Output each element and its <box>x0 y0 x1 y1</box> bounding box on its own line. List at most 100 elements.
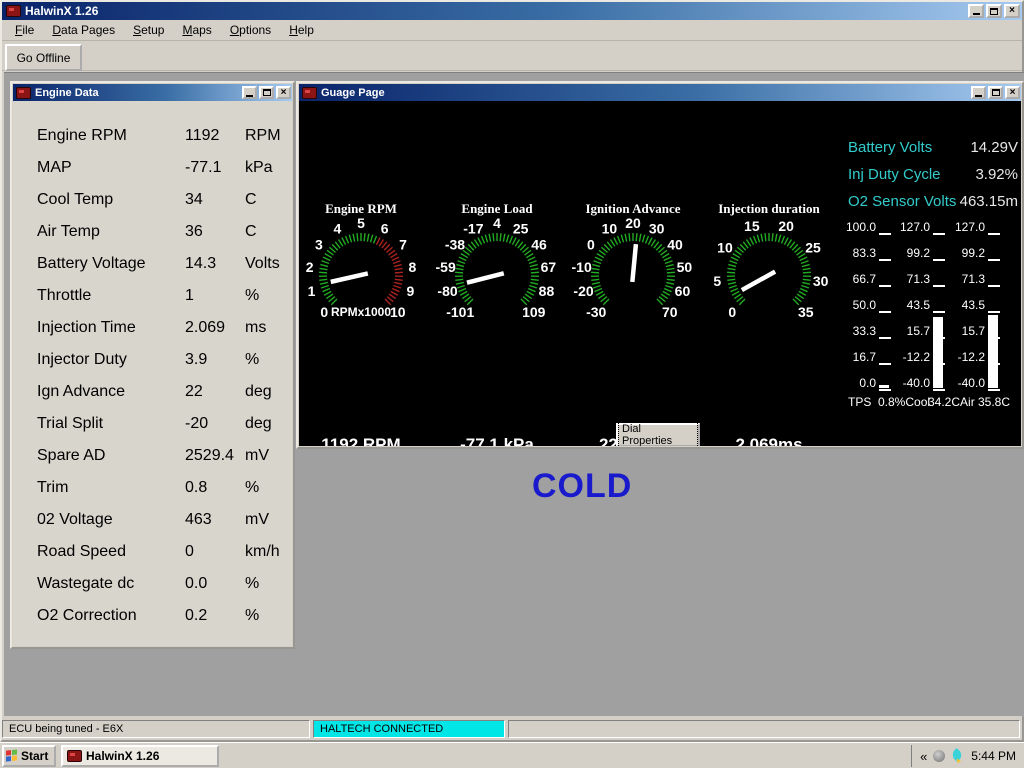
menu-item-file[interactable]: File <box>6 21 43 39</box>
param-unit: deg <box>245 383 272 401</box>
param-value: -20 <box>185 415 208 433</box>
bar-tick-label: -12.2 <box>941 350 985 364</box>
dial-scale-number: 3 <box>315 236 323 252</box>
dial-value: 1192 RPM <box>299 435 436 446</box>
mdi-workspace: Engine Data × Engine RPM1192RPMMAP-77.1k… <box>4 72 1024 717</box>
dial-properties-button[interactable]: Dial Properties <box>616 423 700 446</box>
close-icon: × <box>1009 6 1015 16</box>
dial-ignition-advance: Ignition Advance-30-20-10010203040506070… <box>558 201 708 338</box>
dial-face: 012345678910RPMx1000 <box>299 215 436 333</box>
engine-data-row: Engine RPM1192RPM <box>13 121 292 153</box>
param-value: 22 <box>185 383 203 401</box>
dial-scale-number: 109 <box>522 304 546 320</box>
param-value: 0.8 <box>185 479 207 497</box>
dial-scale-number: 30 <box>813 273 829 289</box>
dial-title: Engine RPM <box>299 201 436 215</box>
readout-row: Battery Volts14.29V <box>848 137 1018 159</box>
dial-scale-number: -80 <box>437 283 457 299</box>
menu-item-options[interactable]: Options <box>221 21 280 39</box>
bar-tick: 16.7 <box>832 347 894 373</box>
gauge-page-window: Guage Page × Battery Volts14.29V Inj Duty… <box>296 81 1024 449</box>
bar-tick-label: 43.5 <box>941 298 985 312</box>
param-unit: % <box>245 575 259 593</box>
menu-item-setup[interactable]: Setup <box>124 21 173 39</box>
bar-gauge-value: 34.2C <box>928 395 960 409</box>
bar-tick-label: 15.7 <box>886 324 930 338</box>
engine-data-window-icon <box>16 87 31 99</box>
gauge-page-titlebar[interactable]: Guage Page × <box>299 84 1021 101</box>
bar-gauge-name: Cool <box>905 395 930 409</box>
windows-logo-icon <box>6 749 18 762</box>
tray-app-icon[interactable] <box>951 749 965 763</box>
bar-tick-mark <box>988 389 1000 391</box>
engine-maximize-button[interactable] <box>259 86 274 99</box>
taskbar-task-halwinx[interactable]: HalwinX 1.26 <box>61 745 219 767</box>
readout-label: Inj Duty Cycle <box>848 166 941 183</box>
engine-data-titlebar[interactable]: Engine Data × <box>13 84 292 101</box>
close-button[interactable]: × <box>1004 4 1020 18</box>
start-button[interactable]: Start <box>2 745 56 767</box>
tray-chevron-icon[interactable]: « <box>920 749 927 764</box>
dial-scale-number: -17 <box>463 221 483 237</box>
param-unit: C <box>245 223 257 241</box>
main-titlebar[interactable]: HalwinX 1.26 × <box>2 2 1022 20</box>
bar-caption: 0.8%Cool <box>878 395 930 409</box>
bar-tick-label: 127.0 <box>886 220 930 234</box>
maximize-icon <box>263 89 271 96</box>
dial-scale-number: 10 <box>717 239 733 255</box>
status-connection-panel: HALTECH CONNECTED <box>313 720 505 738</box>
param-unit: mV <box>245 511 269 529</box>
dial-scale-number: 4 <box>333 221 341 237</box>
gauge-maximize-button[interactable] <box>988 86 1003 99</box>
param-value: 0 <box>185 543 194 561</box>
readout-row: Inj Duty Cycle3.92% <box>848 164 1018 186</box>
minimize-icon <box>973 13 980 15</box>
dial-scale-number: 50 <box>677 259 693 275</box>
bar-tick: 50.0 <box>832 295 894 321</box>
dial-scale-number: 20 <box>625 215 641 231</box>
bar-tick-label: -40.0 <box>941 376 985 390</box>
param-label: Wastegate dc <box>37 575 134 593</box>
param-label: Road Speed <box>37 543 126 561</box>
bar-tick-label: -12.2 <box>886 350 930 364</box>
bar-caption: TPS <box>848 395 871 409</box>
dial-scale-number: 88 <box>539 283 555 299</box>
param-label: Ign Advance <box>37 383 125 401</box>
param-unit: % <box>245 479 259 497</box>
menu-item-maps[interactable]: Maps <box>173 21 220 39</box>
engine-minimize-button[interactable] <box>242 86 257 99</box>
bar-tick-label: 71.3 <box>941 272 985 286</box>
param-label: O2 Correction <box>37 607 137 625</box>
param-unit: % <box>245 351 259 369</box>
bar-tick-mark <box>988 233 1000 235</box>
main-window: HalwinX 1.26 × FileData PagesSetupMapsOp… <box>0 0 1024 742</box>
bar-tick-label: 50.0 <box>832 298 876 312</box>
gauge-minimize-button[interactable] <box>971 86 986 99</box>
bar-gauge-value: 35.8C <box>978 395 1010 409</box>
param-unit: % <box>245 607 259 625</box>
bar-caption: 34.2CAir <box>928 395 975 409</box>
engine-data-window: Engine Data × Engine RPM1192RPMMAP-77.1k… <box>10 81 295 649</box>
engine-close-button[interactable]: × <box>276 86 291 99</box>
dial-needle <box>467 273 504 282</box>
go-offline-button[interactable]: Go Offline <box>5 44 82 71</box>
dial-scale-number: 20 <box>778 218 794 234</box>
dial-scale-number: 9 <box>407 283 415 299</box>
maximize-button[interactable] <box>986 4 1002 18</box>
dial-scale-number: 2 <box>306 259 314 275</box>
menu-item-data-pages[interactable]: Data Pages <box>43 21 124 39</box>
param-label: Spare AD <box>37 447 105 465</box>
bar-tick-label: 0.0 <box>832 376 876 390</box>
param-value: 2529.4 <box>185 447 234 465</box>
bar-tick-label: 16.7 <box>832 350 876 364</box>
engine-data-row: Wastegate dc0.0% <box>13 569 292 601</box>
dial-needle <box>742 272 775 290</box>
engine-data-title: Engine Data <box>35 87 242 99</box>
volume-icon[interactable] <box>933 750 945 762</box>
bar-tick: 99.2 <box>886 243 948 269</box>
minimize-button[interactable] <box>968 4 984 18</box>
main-window-title: HalwinX 1.26 <box>25 4 968 18</box>
menu-item-help[interactable]: Help <box>280 21 323 39</box>
gauge-close-button[interactable]: × <box>1005 86 1020 99</box>
bar-tick-label: 33.3 <box>832 324 876 338</box>
